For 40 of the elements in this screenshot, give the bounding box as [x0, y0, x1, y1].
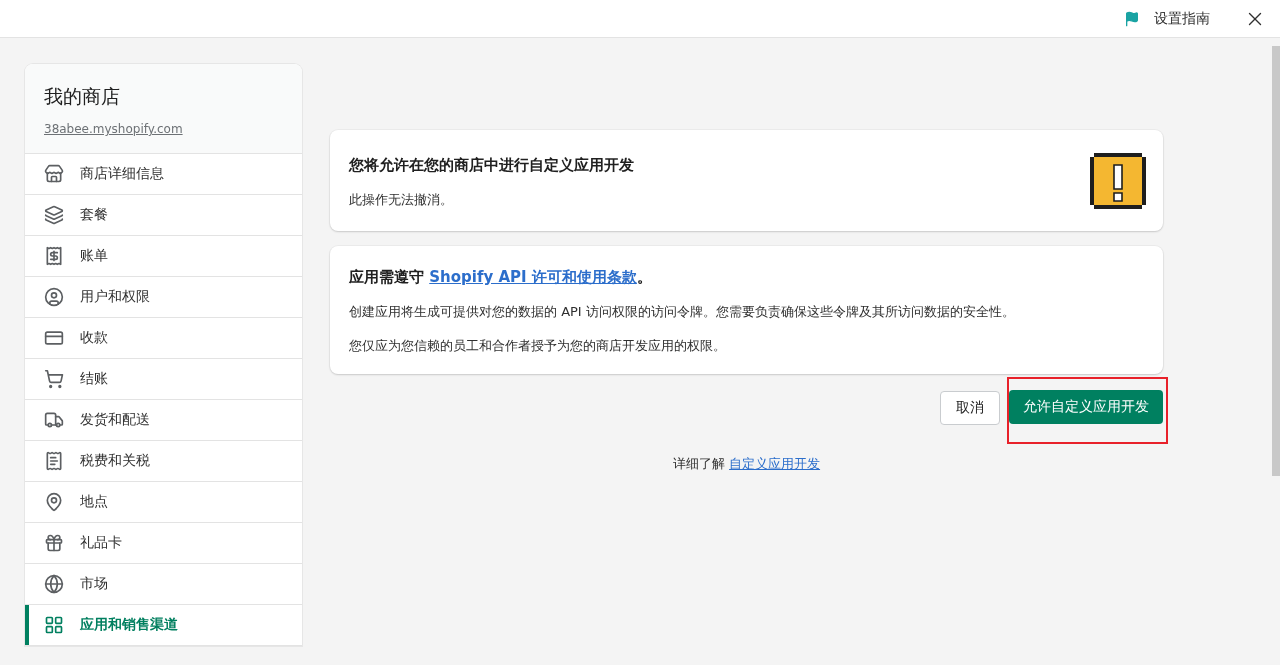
sidebar-item[interactable]: 账单 [25, 236, 302, 277]
cart-icon [44, 369, 64, 389]
flag-icon [1124, 10, 1140, 27]
stack-icon [44, 205, 64, 225]
sidebar-item[interactable]: 市场 [25, 564, 302, 605]
sidebar-item[interactable]: 应用和销售渠道 [25, 605, 302, 646]
sidebar-item[interactable]: 套餐 [25, 195, 302, 236]
truck-icon [44, 410, 64, 430]
pin-icon [44, 492, 64, 512]
cancel-button[interactable]: 取消 [940, 391, 1000, 425]
terms-paragraph: 创建应用将生成可提供对您的数据的 API 访问权限的访问令牌。您需要负责确保这些令牌及其所访问数据的安全性。 [349, 303, 1015, 321]
receipt-icon [44, 246, 64, 266]
warning-text: 此操作无法撤消。 [349, 191, 454, 209]
allow-button[interactable]: 允许自定义应用开发 [1009, 390, 1163, 424]
globe-icon [44, 574, 64, 594]
sidebar-item[interactable]: 收款 [25, 318, 302, 359]
sidebar-item[interactable]: 地点 [25, 482, 302, 523]
learn-more-text: 详细了解 自定义应用开发 [671, 455, 822, 473]
store-icon [44, 164, 64, 184]
sidebar-item[interactable]: 礼品卡 [25, 523, 302, 564]
sidebar-item[interactable]: 税费和关税 [25, 441, 302, 482]
setup-guide-link[interactable]: 设置指南 [1154, 9, 1210, 28]
sidebar-item[interactable]: 结账 [25, 359, 302, 400]
store-domain-link[interactable]: 38abee.myshopify.com [44, 122, 183, 136]
sidebar-item[interactable]: 商店详细信息 [25, 154, 302, 195]
receipt-icon [44, 451, 64, 471]
terms-title: 应用需遵守 Shopify API 许可和使用条款。 [349, 268, 653, 287]
exclamation-icon [1090, 153, 1146, 209]
terms-paragraph: 您仅应为您信赖的员工和合作者授予为您的商店开发应用的权限。 [349, 337, 727, 355]
grid-icon [44, 615, 64, 635]
scrollbar[interactable] [1272, 46, 1280, 476]
sidebar-item[interactable]: 用户和权限 [25, 277, 302, 318]
user-icon [44, 287, 64, 307]
gift-icon [44, 533, 64, 553]
card-icon [44, 328, 64, 348]
sidebar-item[interactable]: 发货和配送 [25, 400, 302, 441]
terms-link[interactable]: Shopify API 许可和使用条款 [429, 268, 637, 286]
learn-more-link[interactable]: 自定义应用开发 [729, 456, 821, 471]
store-name: 我的商店 [44, 84, 121, 109]
warning-title: 您将允许在您的商店中进行自定义应用开发 [349, 156, 634, 175]
